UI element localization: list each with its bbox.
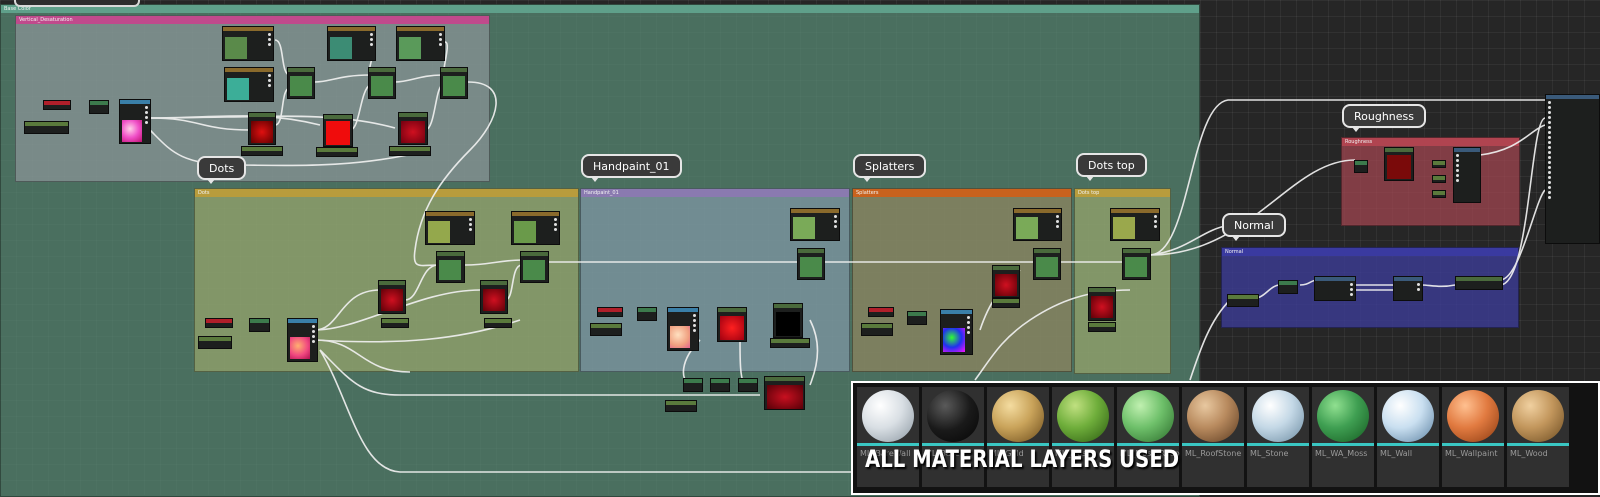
- mask-node[interactable]: [323, 114, 353, 147]
- multiply-node[interactable]: [249, 318, 270, 332]
- layer-tile[interactable]: ML_Wood: [1507, 387, 1569, 487]
- make-attributes-node[interactable]: [1453, 147, 1481, 203]
- texture-preview: [122, 120, 142, 142]
- mask-node[interactable]: [378, 280, 406, 314]
- multiply-node[interactable]: [738, 378, 758, 392]
- bubble-splatters: Splatters: [853, 154, 927, 182]
- mask-node[interactable]: [1384, 147, 1414, 181]
- mask-node[interactable]: [764, 376, 805, 410]
- param-small-node[interactable]: [484, 318, 512, 328]
- coordinate-node[interactable]: [198, 336, 232, 349]
- param-small-node[interactable]: [389, 146, 431, 156]
- sphere-icon: [1187, 390, 1239, 442]
- color-node[interactable]: [1110, 208, 1160, 241]
- lerp-node[interactable]: [1033, 248, 1061, 280]
- param-small-node[interactable]: [992, 298, 1020, 308]
- lerp-node[interactable]: [287, 67, 315, 99]
- blend-node[interactable]: [1314, 276, 1356, 301]
- bubble-handpaint: Handpaint_01: [581, 154, 682, 182]
- param-small-node[interactable]: [770, 338, 810, 348]
- color-node[interactable]: [222, 26, 274, 61]
- sphere-icon: [1317, 390, 1369, 442]
- multiply-node[interactable]: [907, 311, 927, 325]
- texture-sample-node[interactable]: [667, 307, 699, 351]
- output-normal-node[interactable]: [1455, 276, 1503, 290]
- multiply-node[interactable]: [710, 378, 730, 392]
- param-small-node[interactable]: [316, 147, 358, 157]
- multiply-node[interactable]: [1354, 160, 1368, 173]
- param-small-node[interactable]: [1432, 175, 1446, 183]
- coordinate-node[interactable]: [24, 121, 69, 134]
- mask-node[interactable]: [773, 303, 803, 338]
- coordinate-node[interactable]: [590, 323, 622, 336]
- lerp-node[interactable]: [436, 251, 465, 283]
- mask-node[interactable]: [480, 280, 508, 314]
- blend-node[interactable]: [1393, 276, 1423, 301]
- layer-tile[interactable]: ML_Stone: [1247, 387, 1309, 487]
- multiply-node[interactable]: [683, 378, 703, 392]
- color-node[interactable]: [425, 211, 475, 245]
- color-node[interactable]: [396, 26, 445, 61]
- layer-tile[interactable]: ML_Wallpaint: [1442, 387, 1504, 487]
- sphere-icon: [927, 390, 979, 442]
- param-small-node[interactable]: [1432, 160, 1446, 168]
- lerp-node[interactable]: [520, 251, 549, 283]
- sphere-icon: [1512, 390, 1564, 442]
- bubble-roughness: Roughness: [1342, 104, 1427, 132]
- sphere-icon: [1382, 390, 1434, 442]
- parameter-node[interactable]: [205, 318, 233, 328]
- color-node[interactable]: [224, 67, 274, 102]
- multiply-node[interactable]: [1278, 280, 1298, 294]
- coordinate-node[interactable]: [861, 323, 893, 336]
- mask-node[interactable]: [717, 307, 747, 342]
- material-layers-panel: ML_BareWall ML_Base ML_Gold ML_Moss ML_M…: [851, 381, 1600, 495]
- lerp-node[interactable]: [440, 67, 468, 99]
- bubble-dots: Dots: [197, 156, 247, 184]
- color-node[interactable]: [790, 208, 840, 241]
- param-small-node[interactable]: [665, 400, 697, 412]
- sphere-icon: [1252, 390, 1304, 442]
- lerp-node[interactable]: [368, 67, 396, 99]
- material-output-node[interactable]: [1545, 94, 1600, 244]
- bubble-normal: Normal: [1222, 213, 1286, 241]
- sphere-icon: [1447, 390, 1499, 442]
- bubble-dots-top: Dots top: [1076, 153, 1147, 181]
- mask-node[interactable]: [398, 112, 428, 145]
- parameter-node[interactable]: [43, 100, 71, 110]
- material-layers-title: ALL MATERIAL LAYERS USED: [865, 445, 1180, 473]
- param-small-node[interactable]: [1432, 190, 1446, 198]
- lerp-node[interactable]: [797, 248, 825, 280]
- multiply-node[interactable]: [637, 307, 657, 321]
- mask-node[interactable]: [1088, 287, 1116, 321]
- param-small-node[interactable]: [241, 146, 283, 156]
- multiply-node[interactable]: [89, 100, 109, 114]
- layer-tile[interactable]: ML_Wall: [1377, 387, 1439, 487]
- mask-node[interactable]: [248, 112, 276, 145]
- coordinate-node[interactable]: [1227, 294, 1259, 307]
- mask-node[interactable]: [992, 265, 1020, 298]
- texture-sample-node[interactable]: [119, 99, 151, 144]
- layer-tile[interactable]: ML_RoofStone: [1182, 387, 1244, 487]
- texture-sample-node[interactable]: [287, 318, 318, 362]
- layer-tile[interactable]: ML_WA_Moss: [1312, 387, 1374, 487]
- sphere-icon: [862, 390, 914, 442]
- param-small-node[interactable]: [1088, 322, 1116, 332]
- color-node[interactable]: [1013, 208, 1062, 241]
- parameter-node[interactable]: [868, 307, 894, 317]
- sphere-icon: [1122, 390, 1174, 442]
- param-small-node[interactable]: [381, 318, 409, 328]
- sphere-icon: [1057, 390, 1109, 442]
- color-node[interactable]: [327, 26, 376, 61]
- lerp-node[interactable]: [1122, 248, 1151, 280]
- color-node[interactable]: [511, 211, 560, 245]
- parameter-node[interactable]: [597, 307, 623, 317]
- sphere-icon: [992, 390, 1044, 442]
- texture-sample-node[interactable]: [940, 309, 973, 355]
